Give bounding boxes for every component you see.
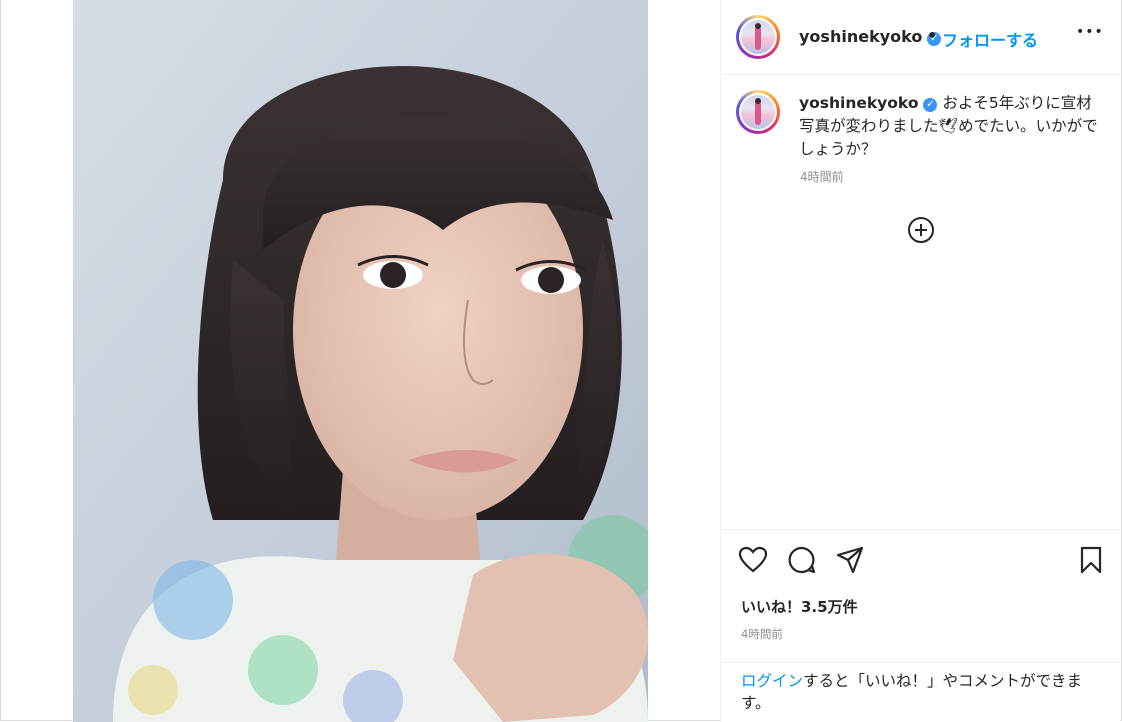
bottom-divider: [721, 662, 1121, 663]
caption-username[interactable]: yoshinekyoko: [799, 94, 918, 112]
paper-plane-icon[interactable]: [835, 545, 865, 575]
caption: yoshinekyoko ✓ およそ5年ぶりに宣材写真が変わりました🕊めでたい。い…: [799, 92, 1099, 161]
post-photo[interactable]: [73, 0, 648, 722]
post-timestamp: 4時間前: [741, 627, 783, 641]
action-bar: [721, 529, 1121, 530]
caption-avatar[interactable]: [736, 90, 780, 134]
likes-count[interactable]: いいね！3.5万件: [741, 596, 858, 617]
separator-dot: •: [927, 26, 938, 45]
comment-icon[interactable]: [787, 545, 817, 575]
caption-verified-badge-icon: ✓: [923, 98, 938, 112]
login-link[interactable]: ログイン: [741, 672, 803, 690]
more-options-icon[interactable]: •••: [1076, 24, 1104, 40]
post-side-panel: yoshinekyoko ✓ • フォローする ••• yoshinekyoko ✓…: [720, 0, 1121, 722]
follow-button[interactable]: フォローする: [942, 27, 1038, 51]
login-prompt: ログインすると「いいね！」やコメントができます。: [741, 670, 1111, 714]
portrait-image: [73, 0, 648, 722]
heart-icon[interactable]: [738, 545, 768, 575]
bookmark-icon[interactable]: [1076, 545, 1106, 575]
author-avatar[interactable]: [736, 15, 780, 59]
post-header: yoshinekyoko ✓ • フォローする •••: [721, 0, 1121, 75]
author-username[interactable]: yoshinekyoko ✓: [799, 27, 942, 46]
username-text[interactable]: yoshinekyoko: [799, 27, 922, 46]
caption-timestamp: 4時間前: [800, 170, 844, 184]
plus-circle-icon[interactable]: [907, 216, 935, 244]
